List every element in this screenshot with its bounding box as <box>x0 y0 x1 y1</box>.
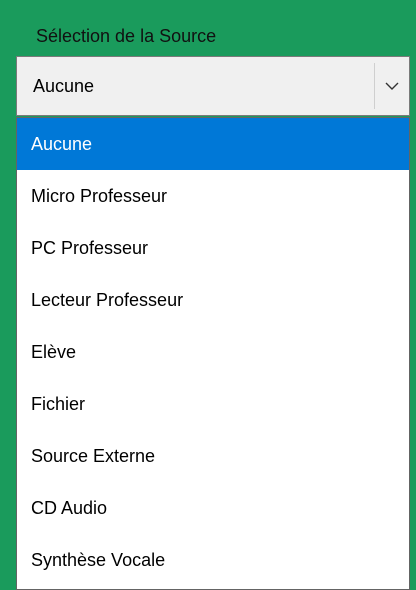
list-item-lecteur-professeur[interactable]: Lecteur Professeur <box>17 274 409 326</box>
list-item-source-externe[interactable]: Source Externe <box>17 430 409 482</box>
list-item-micro-professeur[interactable]: Micro Professeur <box>17 170 409 222</box>
source-selection-panel: Sélection de la Source Aucune Aucune Mic… <box>0 0 416 590</box>
panel-left-edge <box>0 0 6 590</box>
list-item-eleve[interactable]: Elève <box>17 326 409 378</box>
list-item-aucune[interactable]: Aucune <box>17 118 409 170</box>
list-item-synthese-vocale[interactable]: Synthèse Vocale <box>17 534 409 586</box>
list-item-cd-audio[interactable]: CD Audio <box>17 482 409 534</box>
list-item-fichier[interactable]: Fichier <box>17 378 409 430</box>
chevron-down-icon <box>385 82 399 90</box>
list-item-pc-professeur[interactable]: PC Professeur <box>17 222 409 274</box>
group-label: Sélection de la Source <box>36 26 217 46</box>
dropdown-toggle-button[interactable] <box>375 57 409 115</box>
source-combobox[interactable]: Aucune <box>16 56 410 116</box>
combobox-value: Aucune <box>33 76 95 96</box>
dropdown-list: Aucune Micro Professeur PC Professeur Le… <box>16 117 410 590</box>
